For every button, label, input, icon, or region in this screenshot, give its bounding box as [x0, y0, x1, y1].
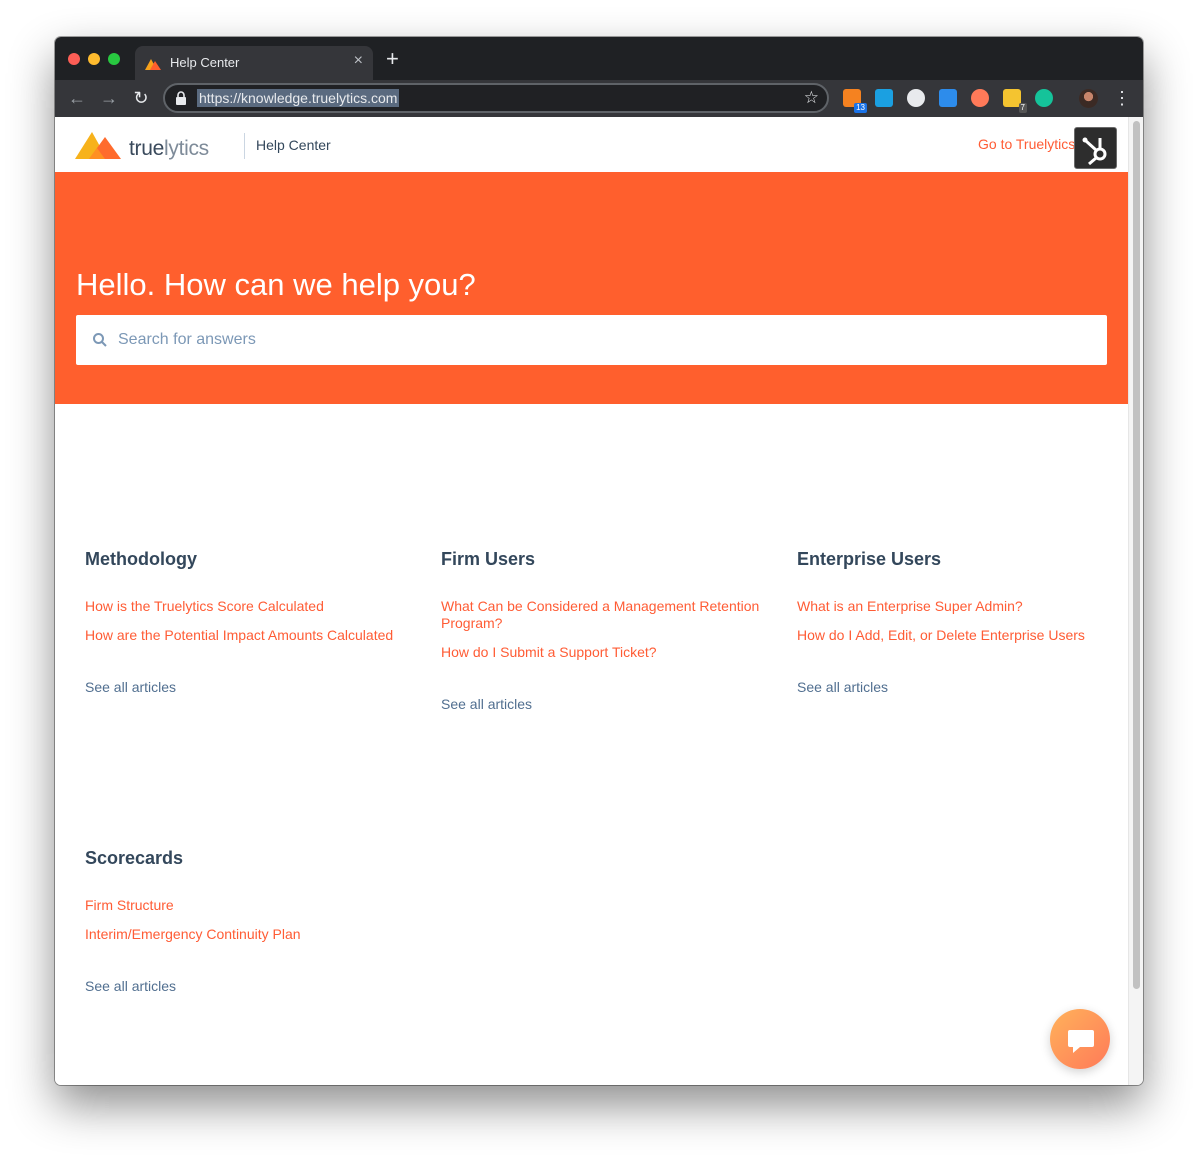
browser-tab[interactable]: Help Center × — [135, 46, 373, 80]
truelytics-logo[interactable]: truelytics — [75, 124, 230, 166]
url-text[interactable]: https://knowledge.truelytics.com — [197, 89, 400, 107]
bookmark-star-icon[interactable]: ☆ — [804, 88, 819, 108]
extension-badge: 13 — [854, 103, 867, 113]
profile-avatar[interactable] — [1079, 89, 1098, 108]
scrollbar-thumb[interactable] — [1133, 121, 1140, 989]
logo-wordmark-light: lytics — [164, 137, 209, 160]
category-title[interactable]: Enterprise Users — [797, 549, 1117, 570]
back-button[interactable]: ← — [67, 88, 87, 108]
category-title[interactable]: Firm Users — [441, 549, 761, 570]
hero-heading: Hello. How can we help you? — [76, 267, 476, 302]
reload-button[interactable]: ↻ — [131, 88, 151, 108]
category-section: Methodology How is the Truelytics Score C… — [85, 549, 405, 695]
article-link[interactable]: How do I Submit a Support Ticket? — [441, 644, 761, 661]
search-box[interactable] — [76, 315, 1107, 365]
category-section: Scorecards Firm Structure Interim/Emergenc… — [85, 848, 405, 994]
browser-menu-icon[interactable]: ⋮ — [1113, 88, 1131, 108]
hubspot-icon[interactable] — [971, 89, 989, 107]
article-list: What is an Enterprise Super Admin? How do… — [797, 598, 1117, 644]
article-link[interactable]: How are the Potential Impact Amounts Cal… — [85, 627, 405, 644]
hubspot-sales-icon[interactable]: 13 — [843, 89, 867, 113]
maximize-window-button[interactable] — [108, 53, 120, 65]
chat-extension-icon[interactable] — [939, 89, 957, 107]
truelytics-mountain-icon — [75, 132, 121, 159]
go-to-truelytics-link[interactable]: Go to Truelytics — [978, 136, 1075, 152]
article-link[interactable]: How is the Truelytics Score Calculated — [85, 598, 405, 615]
help-center-title[interactable]: Help Center — [256, 137, 331, 153]
logo-wordmark-bold: true — [129, 137, 164, 160]
category-section: Firm Users What Can be Considered a Manag… — [441, 549, 761, 712]
dashlane-icon[interactable] — [875, 89, 893, 107]
category-section: Enterprise Users What is an Enterprise Su… — [797, 549, 1117, 695]
see-all-articles-link[interactable]: See all articles — [441, 696, 761, 712]
extension-badge: 7 — [1018, 103, 1027, 113]
lock-icon — [176, 91, 186, 105]
see-all-articles-link[interactable]: See all articles — [85, 679, 405, 695]
page-viewport: truelytics Help Center Go to Truelytics … — [55, 117, 1128, 1085]
header-divider — [244, 133, 245, 159]
article-link[interactable]: Firm Structure — [85, 897, 405, 914]
article-list: What Can be Considered a Management Rete… — [441, 598, 761, 661]
category-title[interactable]: Scorecards — [85, 848, 405, 869]
title-bar: Help Center × + — [55, 37, 1143, 80]
record-icon[interactable] — [907, 89, 925, 107]
search-input[interactable] — [118, 315, 1078, 365]
grammarly-icon[interactable] — [1035, 89, 1053, 107]
chat-launcher-button[interactable] — [1050, 1009, 1110, 1069]
new-tab-button[interactable]: + — [386, 48, 399, 70]
article-link[interactable]: How do I Add, Edit, or Delete Enterprise… — [797, 627, 1117, 644]
page-scrollbar[interactable] — [1128, 117, 1143, 1085]
article-link[interactable]: What Can be Considered a Management Rete… — [441, 598, 761, 632]
sticky-notes-icon[interactable]: 7 — [1003, 89, 1027, 113]
browser-toolbar: ← → ↻ https://knowledge.truelytics.com ☆… — [55, 80, 1143, 117]
address-bar[interactable]: https://knowledge.truelytics.com ☆ — [163, 83, 829, 113]
article-list: Firm Structure Interim/Emergency Continui… — [85, 897, 405, 943]
tab-title: Help Center — [170, 55, 240, 70]
hubspot-sprocket-icon — [1082, 137, 1107, 166]
close-window-button[interactable] — [68, 53, 80, 65]
site-header: truelytics Help Center Go to Truelytics — [55, 117, 1128, 172]
forward-button[interactable]: → — [99, 88, 119, 108]
logo-wordmark: truelytics — [129, 137, 209, 161]
minimize-window-button[interactable] — [88, 53, 100, 65]
close-tab-icon[interactable]: × — [354, 52, 363, 70]
chat-bubble-icon — [1068, 1030, 1094, 1053]
article-link[interactable]: What is an Enterprise Super Admin? — [797, 598, 1117, 615]
article-list: How is the Truelytics Score Calculated Ho… — [85, 598, 405, 644]
see-all-articles-link[interactable]: See all articles — [797, 679, 1117, 695]
category-title[interactable]: Methodology — [85, 549, 405, 570]
browser-window: Help Center × + ← → ↻ https://knowledge.… — [55, 37, 1143, 1085]
hero-banner: Hello. How can we help you? — [55, 172, 1128, 404]
hubspot-sprocket-badge[interactable] — [1074, 127, 1117, 169]
article-link[interactable]: Interim/Emergency Continuity Plan — [85, 926, 405, 943]
truelytics-favicon-icon — [145, 59, 161, 70]
see-all-articles-link[interactable]: See all articles — [85, 978, 405, 994]
search-icon — [93, 333, 107, 347]
